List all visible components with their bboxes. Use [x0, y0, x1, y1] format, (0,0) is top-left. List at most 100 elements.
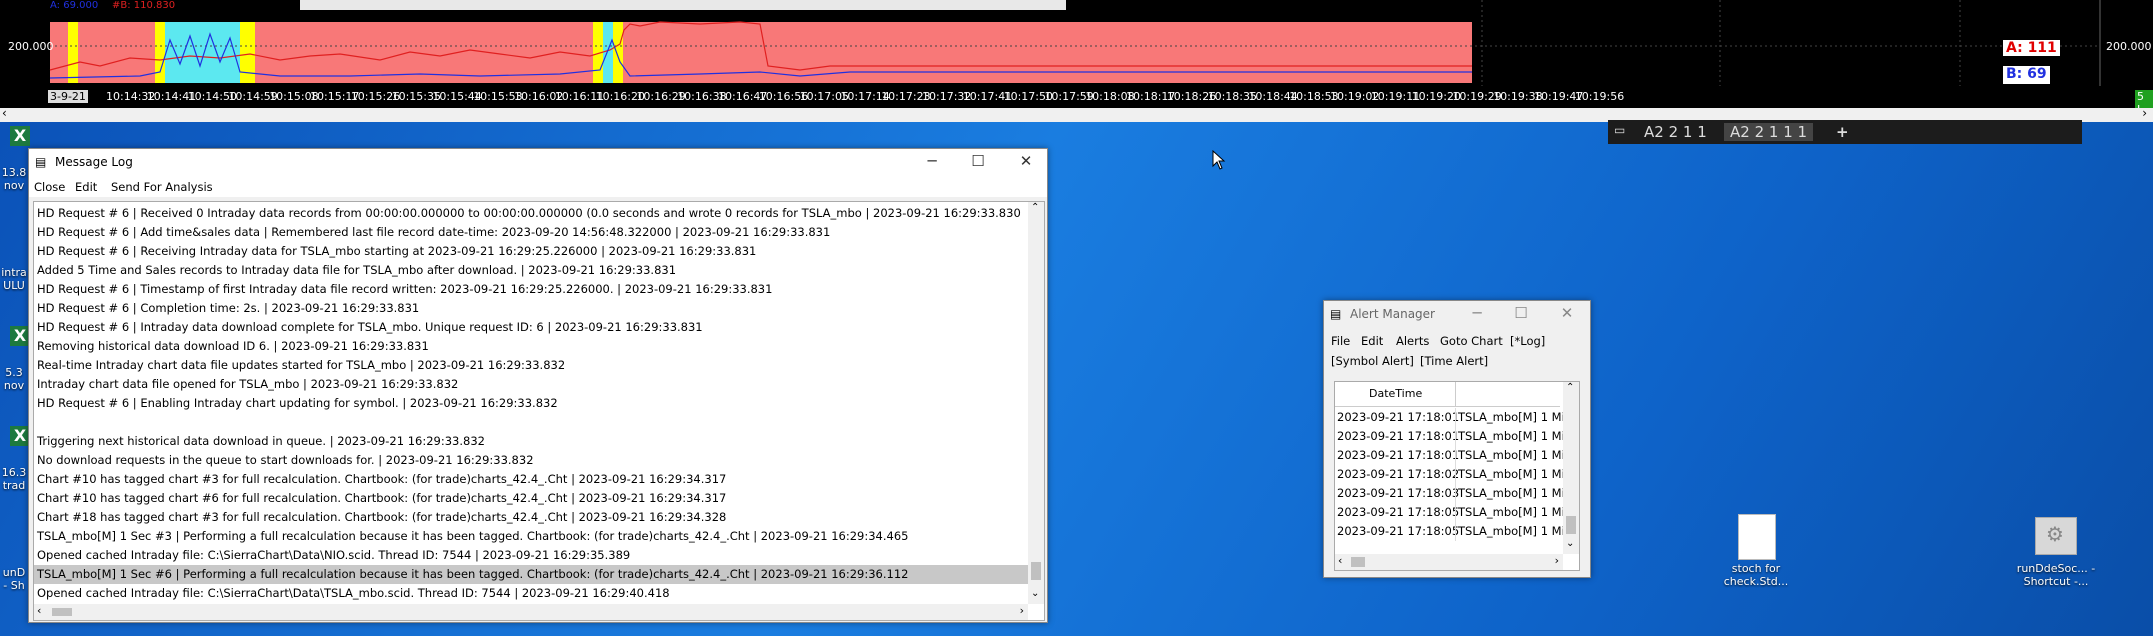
- scroll-up-icon[interactable]: ⌃: [1566, 382, 1574, 393]
- scroll-thumb[interactable]: [1351, 557, 1365, 567]
- minimize-icon[interactable]: ─: [917, 152, 947, 170]
- log-line[interactable]: No download requests in the queue to sta…: [37, 451, 534, 470]
- log-line[interactable]: Removing historical data download ID 6. …: [37, 337, 429, 356]
- desktop-icon-label[interactable]: stoch for check.Std...: [1708, 562, 1804, 588]
- log-line[interactable]: Opened cached Intraday file: C:\SierraCh…: [37, 584, 670, 603]
- log-line[interactable]: HD Request # 6 | Completion time: 2s. | …: [37, 299, 419, 318]
- menu-send-for-analysis[interactable]: Send For Analysis: [111, 180, 213, 194]
- close-icon[interactable]: ✕: [1011, 152, 1041, 170]
- alert-symbol: TSLA_mbo[M] 1 Mi: [1458, 486, 1565, 500]
- scroll-right-icon[interactable]: ›: [2142, 106, 2147, 120]
- log-line[interactable]: Chart #10 has tagged chart #3 for full r…: [37, 470, 726, 489]
- log-horizontal-scrollbar[interactable]: ‹ ›: [34, 604, 1028, 620]
- scroll-left-icon[interactable]: ‹: [1338, 554, 1342, 567]
- alert-row[interactable]: 2023-09-21 17:18:05 TSLA_mbo[M] 1 Mi: [1335, 522, 1565, 541]
- log-line[interactable]: Chart #18 has tagged chart #3 for full r…: [37, 508, 726, 527]
- legend-b: B: 69: [2003, 66, 2050, 84]
- message-log-titlebar[interactable]: ▤ Message Log ─ ☐ ✕: [29, 149, 1047, 177]
- menu-edit[interactable]: Edit: [75, 180, 97, 194]
- log-line[interactable]: HD Request # 6 | Receiving Intraday data…: [37, 242, 756, 261]
- log-line[interactable]: Real-time Intraday chart data file updat…: [37, 356, 565, 375]
- scroll-thumb[interactable]: [1031, 562, 1041, 580]
- log-line[interactable]: TSLA_mbo[M] 1 Sec #6 | Performing a full…: [34, 565, 1029, 584]
- column-divider: [1455, 446, 1456, 465]
- column-header-datetime[interactable]: DateTime: [1369, 387, 1422, 400]
- add-tab-button[interactable]: +: [1836, 123, 1849, 141]
- desktop-icon-label[interactable]: 13.8 nov: [0, 166, 28, 192]
- window-title: Alert Manager: [1350, 307, 1435, 321]
- alert-row[interactable]: 2023-09-21 17:18:02 TSLA_mbo[M] 1 Mi: [1335, 465, 1565, 484]
- excel-icon[interactable]: X: [10, 426, 30, 446]
- time-axis-start: 3-9-21: [48, 90, 88, 103]
- alert-manager-menubar-2: [Symbol Alert] [Time Alert]: [1324, 351, 1590, 371]
- chart-window[interactable]: A: 69.000 #B: 110.830 200.000 200.000 A:…: [0, 0, 2153, 116]
- excel-icon[interactable]: X: [10, 126, 30, 146]
- log-line[interactable]: Triggering next historical data download…: [37, 432, 485, 451]
- menu-edit[interactable]: Edit: [1361, 334, 1383, 348]
- time-axis: 3-9-21 10:14:32 10:14:41 10:14:50 10:14:59 1…: [0, 88, 2153, 116]
- alert-grid[interactable]: DateTime 2023-09-21 17:18:01 TSLA_mbo[M] …: [1334, 381, 1580, 571]
- document-icon[interactable]: [1738, 514, 1776, 560]
- menu-file[interactable]: File: [1331, 334, 1350, 348]
- scroll-left-icon[interactable]: ‹: [37, 604, 41, 617]
- menu-alerts[interactable]: Alerts: [1396, 334, 1429, 348]
- desktop-icon-label[interactable]: 5.3 nov: [0, 366, 28, 392]
- alert-manager-titlebar[interactable]: ▤ Alert Manager ─ ☐ ✕: [1324, 301, 1590, 329]
- alert-datetime: 2023-09-21 17:18:05: [1337, 505, 1460, 519]
- log-line[interactable]: Intraday chart data file opened for TSLA…: [37, 375, 458, 394]
- chart-tabs-bar: ▭ A2 2 1 1 A2 2 1 1 1 +: [1608, 120, 2082, 144]
- alert-manager-menubar: File Edit Alerts Goto Chart [*Log]: [1324, 331, 1590, 351]
- close-icon[interactable]: ✕: [1552, 304, 1582, 322]
- alert-row[interactable]: 2023-09-21 17:18:05 TSLA_mbo[M] 1 Mi: [1335, 503, 1565, 522]
- menu-log[interactable]: [*Log]: [1510, 334, 1545, 348]
- excel-icon[interactable]: X: [10, 326, 30, 346]
- desktop-icon-label[interactable]: runDdeSoc... - Shortcut -...: [2008, 562, 2104, 588]
- gear-icon: ⚙: [2046, 522, 2064, 546]
- menu-goto-chart[interactable]: Goto Chart: [1440, 334, 1503, 348]
- log-line[interactable]: Chart #10 has tagged chart #6 for full r…: [37, 489, 726, 508]
- scroll-thumb[interactable]: [52, 608, 72, 616]
- menu-close[interactable]: Close: [34, 180, 65, 194]
- log-line[interactable]: HD Request # 6 | Add time&sales data | R…: [37, 223, 830, 242]
- desktop-icon-label[interactable]: intra ULU: [0, 266, 28, 292]
- maximize-icon[interactable]: ☐: [1506, 304, 1536, 322]
- alert-row[interactable]: 2023-09-21 17:18:01 TSLA_mbo[M] 1 Mi: [1335, 408, 1565, 427]
- maximize-icon[interactable]: ☐: [963, 152, 993, 170]
- log-line[interactable]: HD Request # 6 | Enabling Intraday chart…: [37, 394, 558, 413]
- desktop-icon-label[interactable]: unD - Sh: [0, 566, 28, 592]
- scroll-down-icon[interactable]: ⌄: [1031, 588, 1039, 599]
- scroll-right-icon[interactable]: ›: [1555, 554, 1559, 567]
- scroll-right-icon[interactable]: ›: [1020, 604, 1024, 617]
- desktop-icon-label[interactable]: 16.3 trad: [0, 466, 28, 492]
- scroll-down-icon[interactable]: ⌄: [1566, 538, 1574, 549]
- chart-tab-1[interactable]: A2 2 1 1: [1644, 123, 1707, 141]
- shortcut-icon[interactable]: ⚙: [2035, 517, 2077, 555]
- log-vertical-scrollbar[interactable]: ⌃ ⌄: [1028, 202, 1044, 604]
- scroll-thumb[interactable]: [1566, 516, 1576, 534]
- alert-row[interactable]: 2023-09-21 17:18:01 TSLA_mbo[M] 1 Mi: [1335, 446, 1565, 465]
- log-line[interactable]: Opened cached Intraday file: C:\SierraCh…: [37, 546, 630, 565]
- window-title: Message Log: [55, 155, 133, 169]
- scroll-left-icon[interactable]: ‹: [2, 106, 7, 120]
- minimize-icon[interactable]: ─: [1462, 304, 1492, 322]
- message-log-window[interactable]: ▤ Message Log ─ ☐ ✕ Close Edit Send For …: [28, 148, 1048, 623]
- alert-manager-window[interactable]: ▤ Alert Manager ─ ☐ ✕ File Edit Alerts G…: [1323, 300, 1591, 578]
- scroll-up-icon[interactable]: ⌃: [1031, 202, 1039, 213]
- log-line[interactable]: Added 5 Time and Sales records to Intrad…: [37, 261, 676, 280]
- mouse-cursor-icon: [1212, 150, 1226, 170]
- chart-tab-2[interactable]: A2 2 1 1 1: [1724, 123, 1814, 141]
- log-line[interactable]: TSLA_mbo[M] 1 Sec #3 | Performing a full…: [37, 527, 908, 546]
- log-text-area[interactable]: HD Request # 6 | Received 0 Intraday dat…: [33, 201, 1045, 621]
- alert-row[interactable]: 2023-09-21 17:18:01 TSLA_mbo[M] 1 Mi: [1335, 427, 1565, 446]
- grid-vertical-scrollbar[interactable]: ⌃ ⌄: [1563, 382, 1579, 554]
- log-line[interactable]: HD Request # 6 | Intraday data download …: [37, 318, 703, 337]
- message-log-menubar: Close Edit Send For Analysis: [29, 177, 1047, 197]
- menu-symbol-alert[interactable]: [Symbol Alert]: [1331, 354, 1414, 368]
- alert-symbol: TSLA_mbo[M] 1 Mi: [1458, 505, 1565, 519]
- menu-time-alert[interactable]: [Time Alert]: [1420, 354, 1488, 368]
- log-line[interactable]: HD Request # 6 | Timestamp of first Intr…: [37, 280, 772, 299]
- grid-horizontal-scrollbar[interactable]: ‹ ›: [1335, 554, 1563, 570]
- log-line[interactable]: HD Request # 6 | Received 0 Intraday dat…: [37, 204, 1021, 223]
- price-axis-label: 200.000: [8, 40, 54, 53]
- alert-row[interactable]: 2023-09-21 17:18:03 TSLA_mbo[M] 1 Mi: [1335, 484, 1565, 503]
